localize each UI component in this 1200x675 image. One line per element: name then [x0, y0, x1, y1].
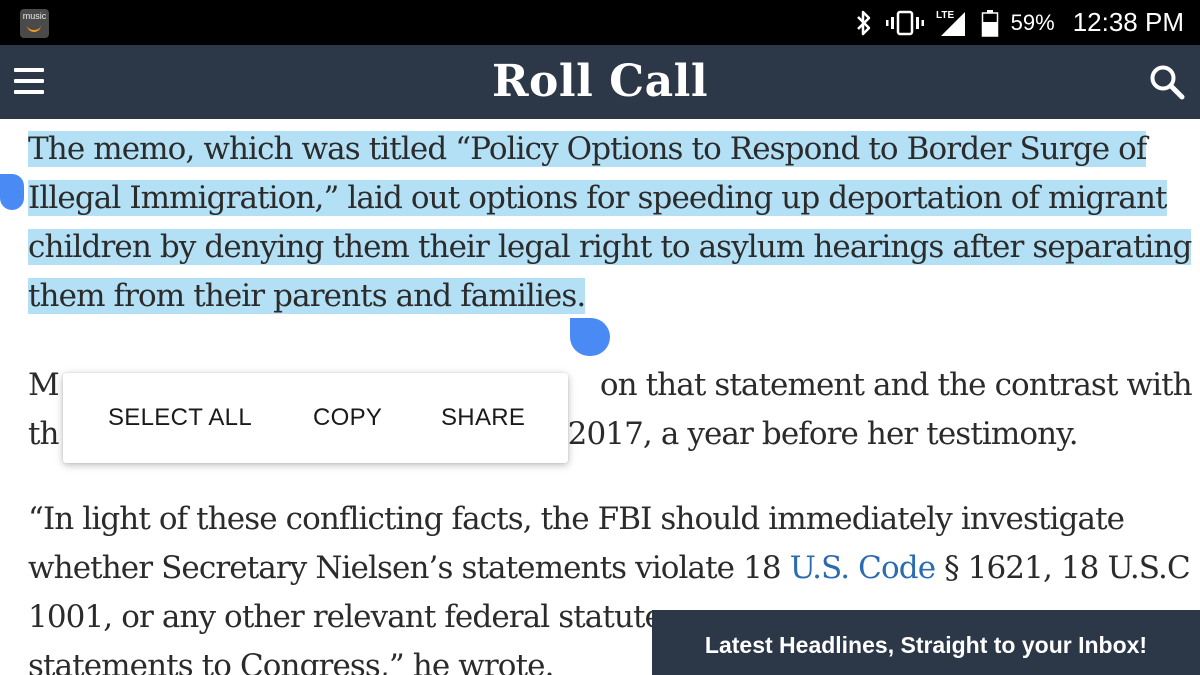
battery-icon [981, 9, 998, 37]
text-fragment: th [28, 416, 60, 452]
text-fragment: § 1621, 18 U.S.C § [935, 550, 1200, 586]
text-fragment: 2017, a year before her testimony. [567, 416, 1079, 452]
newsletter-banner[interactable]: Latest Headlines, Straight to your Inbox… [652, 610, 1200, 675]
share-button[interactable]: SHARE [441, 373, 525, 463]
site-title: Roll Call [491, 56, 709, 107]
text-line: “In light of these conflicting facts, th… [28, 501, 1125, 537]
battery-percent: 59% [1010, 9, 1055, 35]
status-icons: LTE 59% 12:38 PM [853, 0, 1184, 45]
text-line: 1001, or any other relevant federal stat… [28, 599, 678, 635]
text-fragment: whether Secretary Nielsen’s statements v… [28, 550, 790, 586]
text-line: children by denying them their legal rig… [28, 229, 1192, 265]
music-app-label: music [22, 11, 47, 21]
lte-label: LTE [936, 10, 954, 21]
menu-icon[interactable] [14, 68, 44, 94]
clock-time: 12:38 PM [1072, 7, 1184, 37]
text-fragment: on that statement and the contrast with [599, 367, 1193, 403]
selection-start-handle[interactable] [0, 174, 24, 210]
app-bar: Roll Call [0, 45, 1200, 119]
select-all-button[interactable]: SELECT ALL [108, 373, 252, 463]
text-fragment: M [28, 367, 60, 403]
music-app-icon: music [20, 9, 49, 38]
text-line: Illegal Immigration,” laid out options f… [28, 180, 1168, 216]
text-line: The memo, which was titled “Policy Optio… [28, 131, 1147, 167]
text-selection-menu: SELECT ALL COPY SHARE [63, 373, 568, 463]
bluetooth-icon [856, 10, 870, 35]
search-icon[interactable] [1148, 63, 1186, 101]
vibrate-icon [885, 10, 924, 35]
selection-end-handle[interactable] [570, 318, 610, 356]
text-line: them from their parents and families. [28, 278, 586, 314]
lte-signal-icon: LTE [936, 10, 965, 36]
text-line: statements to Congress,” he wrote. [28, 648, 554, 675]
status-bar: music LTE 59% 12:38 PM [0, 0, 1200, 45]
selected-paragraph: The memo, which was titled “Policy Optio… [28, 125, 1192, 321]
us-code-link[interactable]: U.S. Code [790, 550, 936, 586]
copy-button[interactable]: COPY [313, 373, 382, 463]
